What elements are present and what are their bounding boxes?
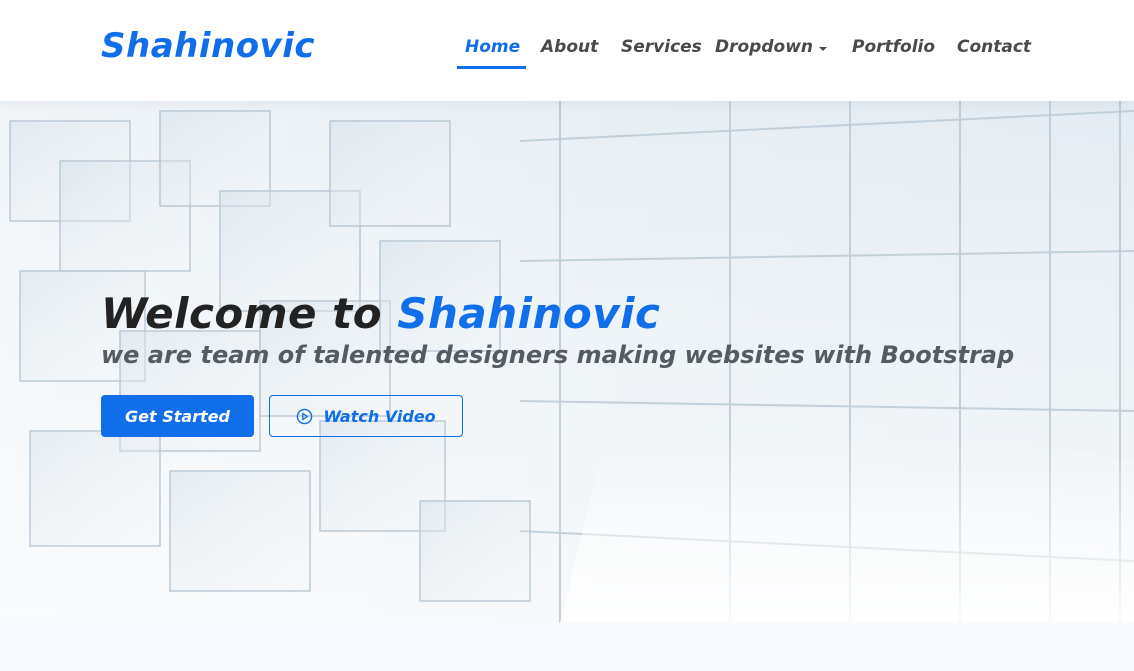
get-started-button[interactable]: Get Started [101,395,254,437]
nav-dropdown[interactable]: Dropdown [715,37,813,57]
nav-home[interactable]: Home [465,37,520,57]
hero-title: Welcome to Shahinovic [101,289,660,338]
nav-services[interactable]: Services [621,37,702,57]
watch-video-button[interactable]: Watch Video [269,395,463,437]
nav-portfolio[interactable]: Portfolio [852,37,935,57]
hero-title-prefix: Welcome to [101,289,398,338]
hero-subtitle: we are team of talented designers making… [101,341,1015,369]
chevron-down-icon[interactable] [819,47,827,51]
top-navbar: Shahinovic Home About Services Dropdown … [0,0,1134,101]
active-nav-indicator [457,66,526,69]
next-section-edge [0,623,1134,671]
hero-section: Welcome to Shahinovic we are team of tal… [0,101,1134,623]
play-circle-icon [297,408,313,424]
get-started-label: Get Started [124,406,230,426]
watch-video-label: Watch Video [323,406,436,426]
nav-contact[interactable]: Contact [957,37,1031,57]
hero-title-accent: Shahinovic [397,289,661,338]
nav-about[interactable]: About [541,37,598,57]
brand-logo[interactable]: Shahinovic [101,26,315,66]
